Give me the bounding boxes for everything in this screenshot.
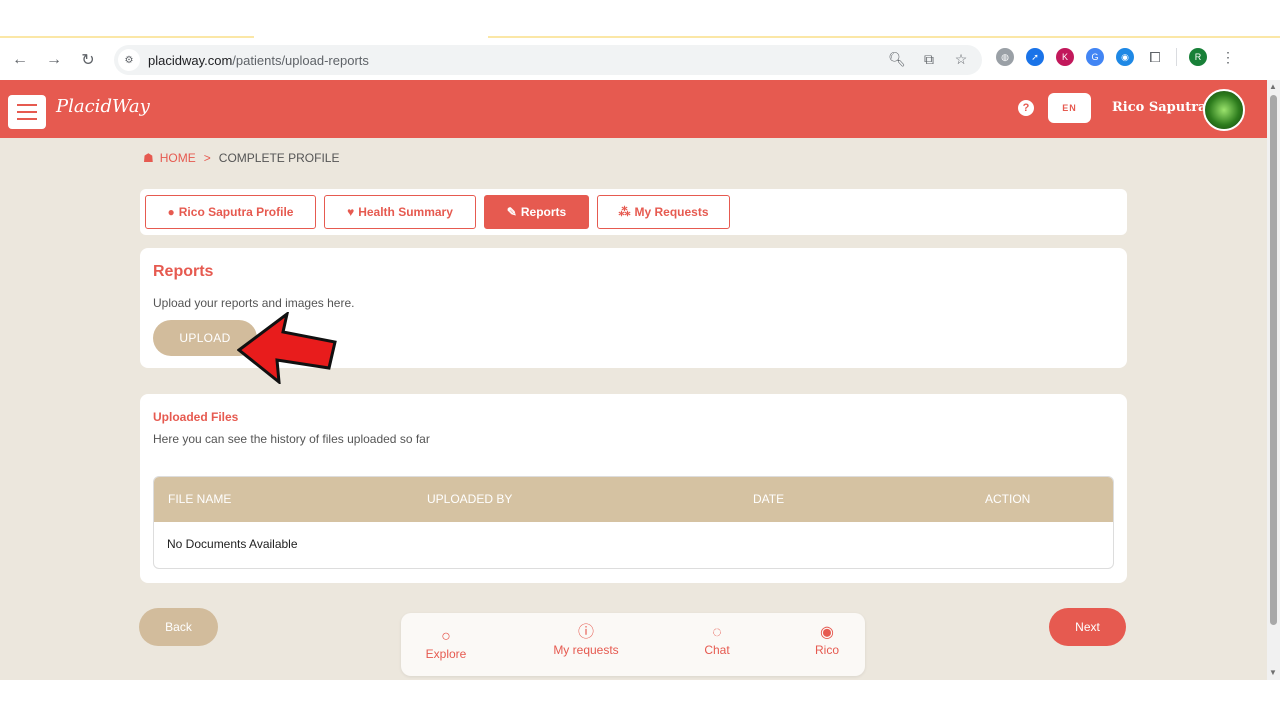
nav-label: Rico — [814, 643, 839, 657]
browser-tabstrip — [0, 0, 1280, 40]
extensions-bar: ◍ ➚ K G ◉ ⧠ R ⋮ — [996, 48, 1237, 66]
placidway-logo[interactable]: PlacidWay — [56, 96, 150, 117]
scroll-up-icon[interactable]: ▲ — [1269, 82, 1277, 91]
url-path: /patients/upload-reports — [232, 52, 369, 68]
tab-label: Health Summary — [358, 205, 453, 219]
reports-description: Upload your reports and images here. — [153, 296, 355, 310]
page-viewport: PlacidWay ? EN Rico Saputra ☗ HOME > COM… — [0, 80, 1267, 680]
user-circle-icon: ● — [167, 205, 175, 219]
back-button[interactable]: Back — [139, 608, 218, 646]
arrow-extension-icon[interactable]: ➚ — [1026, 48, 1044, 66]
tab-health-summary[interactable]: ♥ Health Summary — [324, 195, 476, 229]
nav-label: Explore — [425, 647, 467, 661]
user-avatar[interactable] — [1203, 89, 1245, 131]
breadcrumb-separator: > — [203, 151, 211, 165]
help-icon[interactable]: ? — [1018, 100, 1034, 116]
search-icon: ○ — [441, 628, 451, 645]
tab-label: Reports — [520, 205, 567, 219]
breadcrumb: ☗ HOME > COMPLETE PROFILE — [143, 151, 339, 165]
tab-label: My Requests — [634, 205, 709, 219]
url-text[interactable]: placidway.com/patients/upload-reports — [148, 53, 369, 68]
globe-extension-icon[interactable]: ◍ — [996, 48, 1014, 66]
reload-icon[interactable]: ↻ — [76, 48, 100, 72]
user-name[interactable]: Rico Saputra — [1112, 100, 1207, 115]
nav-chat[interactable]: ◌ Chat — [672, 623, 762, 657]
translate-extension-icon[interactable]: G — [1086, 48, 1104, 66]
profile-tabs: ● Rico Saputra Profile ♥ Health Summary … — [140, 189, 1127, 235]
info-icon: ⓘ — [577, 624, 594, 641]
site-info-icon[interactable]: ⚙ — [118, 49, 140, 71]
tab-profile[interactable]: ● Rico Saputra Profile — [145, 195, 316, 229]
scrollbar-thumb[interactable] — [1270, 95, 1277, 625]
puzzle-extensions-icon[interactable]: ⧠ — [1146, 48, 1164, 66]
nav-explore[interactable]: ○ Explore — [401, 627, 491, 661]
nav-label: My requests — [553, 643, 619, 657]
zoom-icon[interactable]: 🔍︎ — [888, 50, 906, 68]
uploaded-files-description: Here you can see the history of files up… — [153, 432, 430, 446]
nav-label: Chat — [704, 643, 730, 657]
uploaded-files-card: Uploaded Files Here you can see the hist… — [140, 394, 1127, 583]
breadcrumb-current: COMPLETE PROFILE — [218, 151, 340, 165]
address-bar[interactable]: ⚙ placidway.com/patients/upload-reports … — [114, 45, 982, 75]
column-date[interactable]: DATE — [753, 492, 784, 506]
breadcrumb-home-link[interactable]: HOME — [160, 151, 196, 165]
home-icon[interactable]: ☗ — [143, 151, 154, 165]
user-icon: ◉ — [820, 624, 834, 641]
uploaded-files-title: Uploaded Files — [153, 410, 239, 424]
toolbar-divider — [1176, 48, 1177, 66]
bookmark-star-icon[interactable]: ☆ — [952, 50, 970, 68]
file-edit-icon: ✎ — [506, 205, 517, 219]
files-table: FILE NAME UPLOADED BY DATE ACTION No Doc… — [153, 476, 1114, 569]
table-header: FILE NAME UPLOADED BY DATE ACTION — [154, 477, 1113, 522]
url-host: placidway.com — [148, 52, 233, 68]
red-arrow-annotation-icon — [237, 312, 337, 384]
requests-icon: ⁂ — [618, 205, 631, 219]
k-extension-icon[interactable]: K — [1056, 48, 1074, 66]
hamburger-menu-button[interactable] — [8, 95, 46, 129]
back-arrow-icon[interactable]: ← — [8, 48, 32, 72]
reports-title: Reports — [153, 263, 214, 280]
forward-arrow-icon[interactable]: → — [42, 48, 66, 72]
chat-icon: ◌ — [712, 624, 722, 641]
profile-avatar-icon[interactable]: R — [1189, 48, 1207, 66]
tabstrip-accent — [0, 36, 1280, 38]
install-app-icon[interactable]: ⧉ — [920, 50, 938, 68]
app-header: PlacidWay ? EN Rico Saputra — [0, 80, 1267, 138]
bottom-navigation: ○ Explore ⓘ My requests ◌ Chat ◉ Rico — [401, 613, 865, 676]
next-button[interactable]: Next — [1049, 608, 1126, 646]
column-action[interactable]: ACTION — [985, 492, 1030, 506]
tab-reports[interactable]: ✎ Reports — [484, 195, 589, 229]
tab-my-requests[interactable]: ⁂ My Requests — [597, 195, 730, 229]
page-scrollbar[interactable]: ▲ ▼ — [1267, 80, 1280, 680]
column-uploaded-by[interactable]: UPLOADED BY — [427, 492, 512, 506]
tab-label: Rico Saputra Profile — [178, 205, 294, 219]
column-file-name[interactable]: FILE NAME — [168, 492, 231, 506]
scroll-down-icon[interactable]: ▼ — [1269, 668, 1277, 677]
circle-extension-icon[interactable]: ◉ — [1116, 48, 1134, 66]
browser-menu-icon[interactable]: ⋮ — [1219, 48, 1237, 66]
heartbeat-icon: ♥ — [347, 205, 355, 219]
language-button[interactable]: EN — [1048, 93, 1091, 123]
omnibox-actions: 🔍︎ ⧉ ☆ — [888, 50, 970, 68]
empty-state-text: No Documents Available — [167, 537, 298, 551]
nav-my-requests[interactable]: ⓘ My requests — [541, 623, 631, 657]
nav-profile[interactable]: ◉ Rico — [782, 623, 872, 657]
